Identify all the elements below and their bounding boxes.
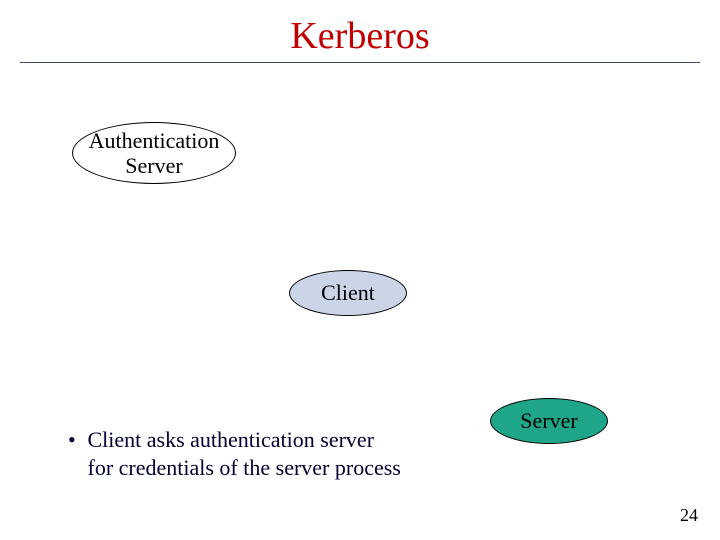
bullet-line1: Client asks authentication server (88, 427, 375, 452)
node-client-label: Client (321, 280, 375, 305)
node-server-label: Server (520, 408, 577, 433)
title-underline (20, 62, 700, 63)
node-client: Client (289, 270, 407, 316)
bullet-line2: for credentials of the server process (88, 455, 401, 480)
node-authentication-server: Authentication Server (72, 122, 236, 184)
bullet-text: • Client asks authentication server for … (68, 426, 428, 481)
bullet-dot: • (68, 426, 82, 454)
page-number: 24 (680, 505, 698, 526)
node-server: Server (490, 398, 608, 444)
node-authentication-server-label: Authentication Server (89, 128, 220, 179)
slide: Kerberos Authentication Server Client Se… (0, 0, 720, 540)
slide-title: Kerberos (0, 14, 720, 58)
